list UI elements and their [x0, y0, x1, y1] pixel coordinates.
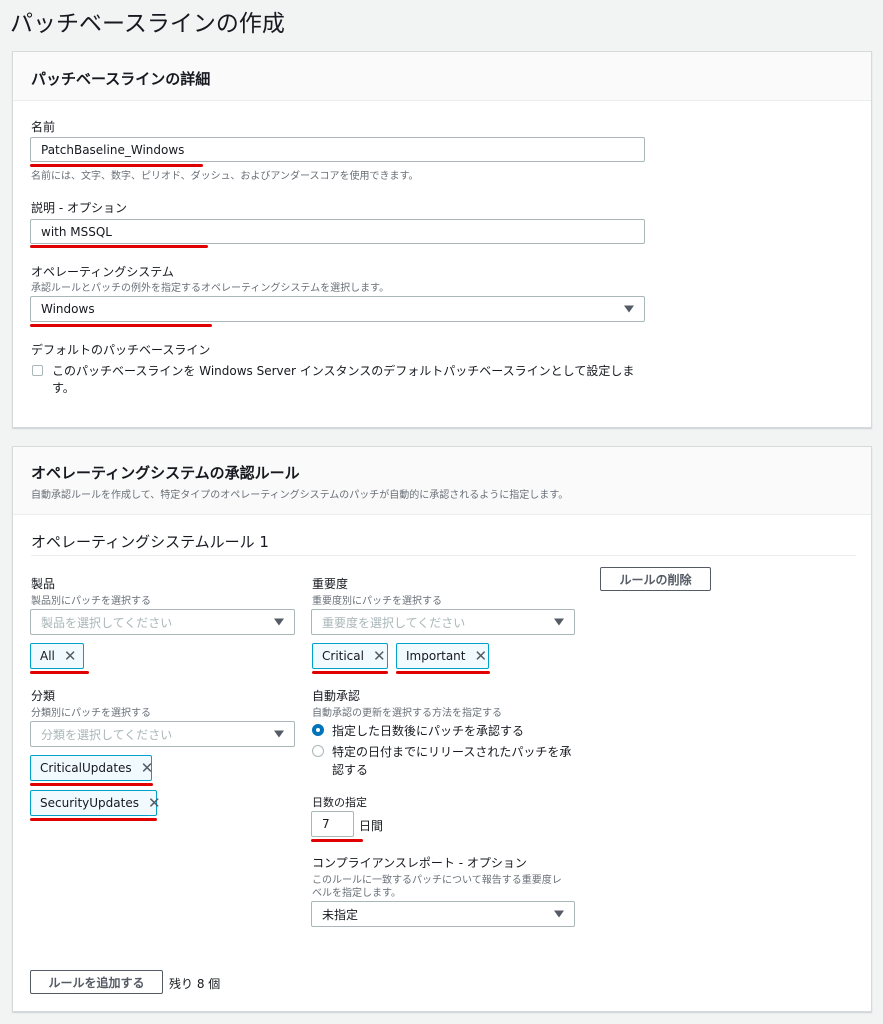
os-select[interactable]: Windows: [30, 296, 645, 322]
name-hint: 名前には、文字、数字、ピリオド、ダッシュ、およびアンダースコアを使用できます。: [31, 171, 419, 182]
classification-token-highlight-2: [30, 818, 157, 821]
rules-description: 自動承認ルールを作成して、特定タイプのオペレーティングシステムのパッチが自動的に…: [31, 490, 569, 501]
close-icon[interactable]: ✕: [141, 759, 154, 777]
rules-heading: オペレーティングシステムの承認ルール: [31, 464, 300, 482]
chevron-down-icon: [274, 618, 284, 626]
chevron-down-icon: [554, 618, 564, 626]
page-title: パッチベースラインの作成: [10, 11, 285, 37]
chevron-down-icon: [554, 910, 564, 918]
description-label: 説明 - オプション: [31, 201, 127, 215]
auto-approval-radio-date[interactable]: [312, 745, 324, 757]
severity-token-highlight-2: [396, 671, 490, 674]
classification-select[interactable]: 分類を選択してください: [30, 721, 295, 747]
remaining-count: 残り 8 個: [169, 977, 221, 991]
product-label: 製品: [31, 577, 56, 591]
os-label: オペレーティングシステム: [31, 265, 174, 279]
classification-placeholder: 分類を選択してください: [41, 727, 173, 742]
rule-title: オペレーティングシステムルール 1: [31, 533, 269, 551]
product-token-label: All: [40, 649, 55, 663]
severity-token-label: Important: [406, 649, 466, 663]
os-highlight: [30, 324, 212, 327]
add-rule-button[interactable]: ルールを追加する: [30, 970, 163, 994]
rules-panel-header: オペレーティングシステムの承認ルール 自動承認ルールを作成して、特定タイプのオペ…: [13, 447, 871, 515]
compliance-label: コンプライアンスレポート - オプション: [312, 856, 527, 870]
product-select[interactable]: 製品を選択してください: [30, 609, 295, 635]
name-input[interactable]: PatchBaseline_Windows: [30, 137, 645, 162]
rules-panel: オペレーティングシステムの承認ルール 自動承認ルールを作成して、特定タイプのオペ…: [12, 446, 872, 1012]
chevron-down-icon: [274, 730, 284, 738]
description-highlight: [30, 245, 208, 248]
auto-approval-option-date-1: 特定の日付までにリリースされたパッチを承: [332, 745, 572, 759]
close-icon[interactable]: ✕: [475, 647, 488, 665]
default-baseline-checkbox[interactable]: [32, 365, 43, 376]
rule-divider: [31, 555, 856, 556]
compliance-hint-2: ベルを指定します。: [312, 888, 401, 899]
product-hint: 製品別にパッチを選択する: [31, 596, 151, 607]
description-input-value: with MSSQL: [41, 224, 112, 239]
severity-token-highlight-1: [312, 671, 388, 674]
days-label: 日数の指定: [312, 796, 367, 809]
default-baseline-text-2: す。: [52, 381, 75, 395]
details-panel-header: パッチベースラインの詳細: [13, 52, 871, 101]
severity-label: 重要度: [312, 577, 349, 591]
classification-hint: 分類別にパッチを選択する: [31, 708, 151, 719]
default-baseline-text-1: このパッチベースラインを Windows Server インスタンスのデフォルト…: [52, 364, 635, 378]
compliance-select-value: 未指定: [322, 907, 359, 922]
classification-label: 分類: [31, 689, 56, 703]
classification-token-label: CriticalUpdates: [40, 761, 132, 775]
severity-hint: 重要度別にパッチを選択する: [312, 596, 442, 607]
severity-placeholder: 重要度を選択してください: [322, 615, 466, 630]
days-unit: 日間: [359, 819, 384, 833]
days-input-value: 7: [322, 817, 330, 831]
days-highlight: [311, 839, 363, 842]
severity-token: Critical ✕: [312, 643, 388, 669]
details-panel: パッチベースラインの詳細 名前 PatchBaseline_Windows 名前…: [12, 51, 872, 428]
product-token-highlight: [30, 671, 89, 674]
classification-token: SecurityUpdates ✕: [30, 790, 161, 816]
delete-rule-button[interactable]: ルールの削除: [600, 567, 711, 591]
close-icon[interactable]: ✕: [148, 794, 161, 812]
close-icon[interactable]: ✕: [64, 647, 77, 665]
details-heading: パッチベースラインの詳細: [31, 70, 211, 88]
os-hint: 承認ルールとパッチの例外を指定するオペレーティングシステムを選択します。: [31, 283, 390, 294]
auto-approval-option-days: 指定した日数後にパッチを承認する: [332, 724, 525, 738]
compliance-select[interactable]: 未指定: [311, 901, 575, 927]
name-label: 名前: [31, 120, 56, 134]
chevron-down-icon: [624, 305, 634, 313]
os-select-value: Windows: [41, 302, 95, 316]
classification-token: CriticalUpdates ✕: [30, 755, 154, 781]
name-input-value: PatchBaseline_Windows: [41, 142, 185, 157]
product-placeholder: 製品を選択してください: [41, 615, 173, 630]
product-token: All ✕: [30, 643, 84, 669]
classification-token-highlight-1: [30, 783, 153, 786]
auto-approval-radio-days[interactable]: [312, 724, 324, 736]
description-input[interactable]: with MSSQL: [30, 219, 645, 244]
default-baseline-label: デフォルトのパッチベースライン: [31, 343, 211, 357]
auto-approval-option-date-2: 認する: [332, 763, 369, 777]
close-icon[interactable]: ✕: [373, 647, 386, 665]
severity-token-label: Critical: [322, 649, 364, 663]
auto-approval-label: 自動承認: [312, 689, 361, 703]
severity-token: Important ✕: [396, 643, 489, 669]
days-input[interactable]: 7: [311, 811, 354, 837]
severity-select[interactable]: 重要度を選択してください: [311, 609, 575, 635]
classification-token-label: SecurityUpdates: [40, 796, 139, 810]
auto-approval-hint: 自動承認の更新を選択する方法を指定する: [312, 708, 502, 719]
